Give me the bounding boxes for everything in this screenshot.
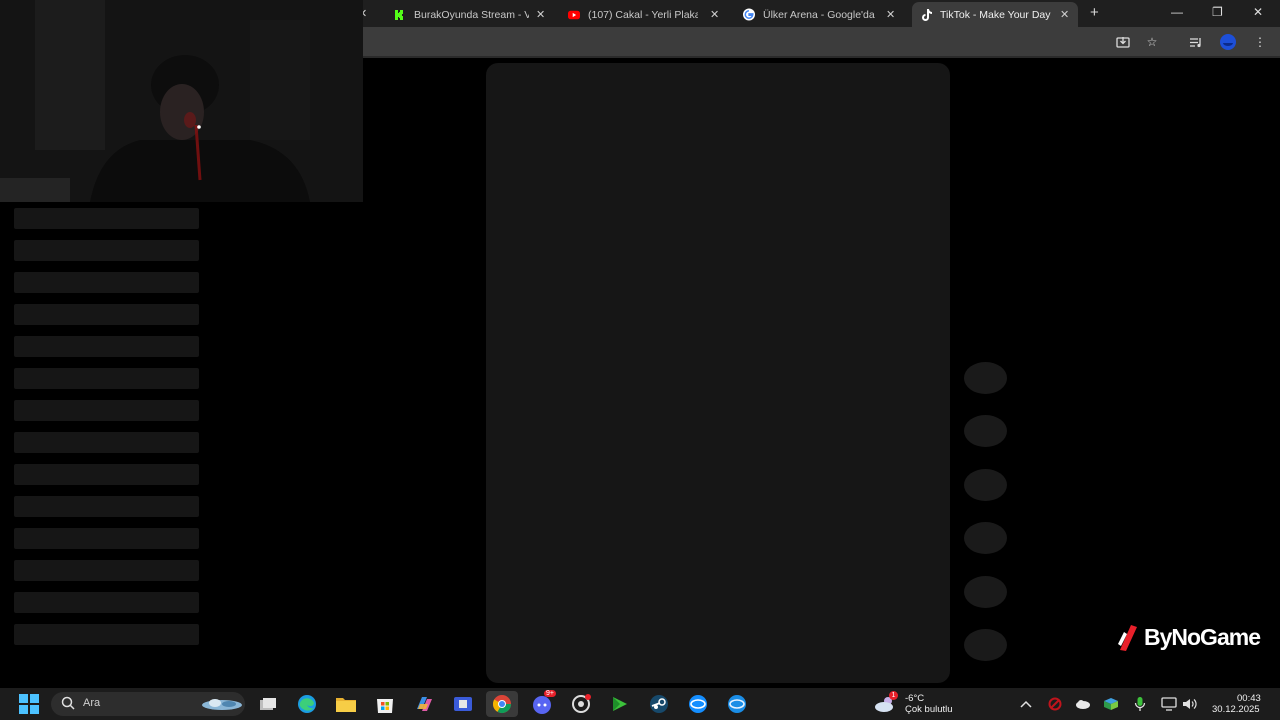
network-icon[interactable] [1158,693,1180,715]
sidebar-skeleton-row [14,464,199,485]
tab-google[interactable]: Ülker Arena - Google'da ✕ [743,2,903,27]
menu-kebab-icon[interactable]: ⋮ [1252,34,1268,50]
tab-close-button[interactable]: ✕ [536,8,545,21]
media-controls-icon[interactable] [1188,34,1204,50]
video-action-button[interactable] [964,362,1007,394]
weather-description: Çok bulutlu [905,704,953,715]
sidebar-skeleton-row [14,336,199,357]
steam-icon[interactable] [648,693,670,715]
video-action-button[interactable] [964,629,1007,661]
microphone-icon[interactable] [1129,693,1151,715]
sidebar-skeleton-row [14,208,199,229]
sidebar-skeleton-row [14,528,199,549]
sidebar-skeleton-row [14,624,199,645]
webcam-overlay [0,0,363,202]
profile-avatar[interactable] [1220,34,1236,50]
taskbar-search-box[interactable]: Ara [51,692,245,716]
tab-kick[interactable]: BurakOyunda Stream - V ✕ [394,2,554,27]
sidebar-skeleton-row [14,432,199,453]
clock-time[interactable]: 00:43 [1237,693,1261,704]
weather-temperature: -6°C [905,693,925,704]
sidebar-skeleton-row [14,400,199,421]
tab-close-button[interactable]: ✕ [886,8,895,21]
tab-title: (107) Cakal - Yerli Plaka [588,8,698,21]
security-icon[interactable] [1100,693,1122,715]
bynogame-logo: ByNoGame [1116,622,1261,652]
new-tab-button[interactable]: + [1090,4,1099,21]
battlenet-icon[interactable] [687,693,709,715]
onedrive-icon[interactable] [1072,693,1094,715]
screen: ✕ BurakOyunda Stream - V ✕ (107) Cakal -… [0,0,1280,720]
tiktok-icon [920,8,932,21]
tab-youtube[interactable]: (107) Cakal - Yerli Plaka ✕ [568,2,728,27]
streamer-silhouette [0,0,363,202]
volume-icon[interactable] [1179,693,1201,715]
sidebar-skeleton-row [14,272,199,293]
tab-tiktok[interactable]: TikTok - Make Your Day ✕ [912,2,1078,27]
youtube-icon [568,9,580,21]
tab-title: Ülker Arena - Google'da [763,8,875,21]
video-action-button[interactable] [964,468,1007,501]
minimize-button[interactable]: — [1171,5,1183,19]
video-placeholder-card[interactable] [486,63,950,683]
discord-icon[interactable]: 9+ [531,690,556,715]
logo-text: ByNoGame [1144,623,1261,650]
weather-icon[interactable]: 1 [874,691,898,715]
sidebar-skeleton-row [14,496,199,517]
install-app-icon[interactable] [1115,34,1131,50]
close-window-button[interactable]: ✕ [1253,5,1263,19]
file-explorer-icon[interactable] [335,693,357,715]
clock-date[interactable]: 30.12.2025 [1212,704,1260,715]
bookmark-star-icon[interactable]: ☆ [1144,34,1160,50]
search-icon [61,696,75,715]
game-launcher-icon[interactable] [609,693,631,715]
store-icon[interactable] [374,693,396,715]
app-icon[interactable] [452,693,474,715]
weather-alert-badge: 1 [889,691,898,700]
edge-icon[interactable] [296,693,318,715]
search-placeholder: Ara [83,697,101,709]
tab-title: TikTok - Make Your Day [940,8,1051,21]
chevron-up-icon[interactable] [1015,693,1037,715]
sidebar-skeleton-row [14,592,199,613]
sidebar-skeleton-row [14,560,199,581]
kick-icon [394,8,406,21]
video-action-button[interactable] [964,415,1007,448]
video-action-button[interactable] [964,575,1007,608]
task-view-icon[interactable] [257,693,279,715]
sidebar-skeleton-row [14,304,199,325]
bynogame-logo-mark [1118,625,1137,651]
restore-button[interactable]: ❐ [1212,5,1223,19]
tab-title: BurakOyunda Stream - V [414,8,529,21]
sidebar-skeleton-row [14,368,199,389]
tab-close-button[interactable]: ✕ [710,8,719,21]
start-icon[interactable] [18,693,40,715]
chrome-icon[interactable] [486,691,518,717]
video-action-button[interactable] [964,522,1007,555]
copilot-icon[interactable] [413,693,435,715]
search-highlight-icon [201,696,243,717]
tab-close-button[interactable]: ✕ [1060,8,1069,21]
google-icon [743,8,755,21]
discord-notification-badge: 9+ [544,690,556,697]
sidebar-skeleton-row [14,240,199,261]
blocked-icon[interactable] [1044,693,1066,715]
steelseries-icon[interactable] [570,693,592,715]
battlenet-icon-2[interactable] [726,693,748,715]
